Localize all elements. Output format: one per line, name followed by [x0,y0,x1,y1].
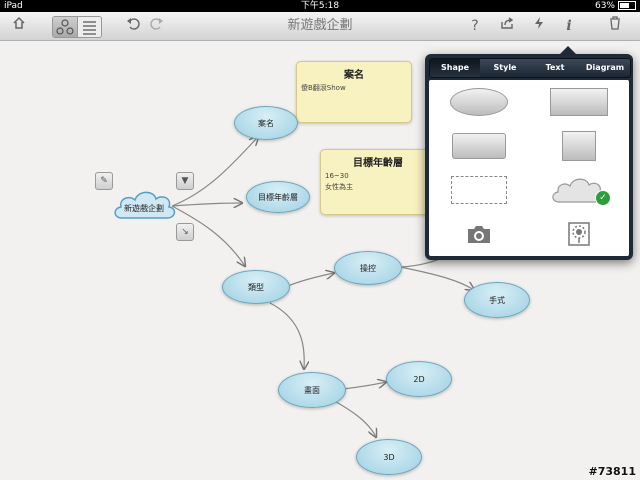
lightning-icon[interactable] [528,16,550,36]
info-icon[interactable]: i [558,16,580,36]
trash-icon[interactable] [604,16,626,36]
node-control[interactable]: 操控 [334,251,402,285]
root-node-label: 新遊戲企劃 [124,204,164,213]
shape-square-option[interactable] [529,124,629,168]
shape-popover: Shape Style Text Diagram ✓ [425,46,633,260]
camera-icon [468,226,490,243]
clock: 下午5:18 [300,1,340,11]
root-node[interactable]: 新遊戲企劃 [110,186,178,224]
battery-icon [618,1,636,10]
battery-percent: 63% [594,1,615,11]
node-type[interactable]: 類型 [222,270,290,304]
note-age-line2: 女性為主 [325,183,353,191]
help-icon[interactable]: ? [464,16,486,36]
view-mode-toggle[interactable] [52,16,102,38]
rectangle-shape-icon [550,88,608,116]
home-icon[interactable] [8,16,30,36]
battery-indicator: 63% [595,0,636,12]
node-age[interactable]: 目標年齡層 [246,181,310,213]
popover-arrow [560,46,576,54]
shape-ellipse-option[interactable] [429,80,529,124]
shape-rectangle-option[interactable] [529,80,629,124]
rounded-rect-shape-icon [452,133,506,159]
share-icon[interactable] [496,16,518,36]
shape-rounded-rect-option[interactable] [429,124,529,168]
shape-image-option[interactable] [529,212,629,256]
shape-grid: ✓ [429,80,629,256]
ellipse-shape-icon [450,88,508,116]
node-hand[interactable]: 手式 [464,282,530,318]
dashed-rect-shape-icon [451,176,507,204]
shape-cloud-option[interactable]: ✓ [529,168,629,212]
note-age-line1: 16~30 [325,172,349,180]
collapse-button[interactable]: ▼ [176,172,194,190]
shape-photo-option[interactable] [429,212,529,256]
node-3d[interactable]: 3D [356,439,422,475]
shape-dashed-option[interactable] [429,168,529,212]
note-case[interactable]: 案名 傻B翻滾Show [296,61,412,123]
square-shape-icon [562,131,596,161]
add-note-button[interactable]: ✎ [95,172,113,190]
toolbar: 新遊戲企劃 ? i [0,12,640,41]
undo-icon[interactable] [122,16,144,36]
selected-check-icon: ✓ [595,190,611,206]
tab-text[interactable]: Text [530,59,580,77]
node-screen[interactable]: 畫面 [278,372,346,408]
note-age[interactable]: 目標年齡層 16~30 女性為主 [320,149,436,215]
mindmap-view-icon[interactable] [53,17,77,37]
tab-style[interactable]: Style [480,59,530,77]
redo-icon[interactable] [146,16,168,36]
popover-tabs: Shape Style Text Diagram [429,58,631,78]
status-bar: iPad 下午5:18 63% [0,0,640,12]
node-2d[interactable]: 2D [386,361,452,397]
resize-handle[interactable]: ↘ [176,223,194,241]
watermark: #73811 [588,465,637,478]
outline-view-icon[interactable] [77,17,101,37]
note-age-title: 目標年齡層 [353,158,403,169]
tab-diagram[interactable]: Diagram [580,59,630,77]
note-case-body: 傻B翻滾Show [301,84,346,92]
node-case[interactable]: 案名 [234,106,298,140]
flower-picture-icon [568,222,590,246]
note-case-title: 案名 [344,70,364,81]
tab-shape[interactable]: Shape [430,59,480,77]
note-age-body: 16~30 女性為主 [321,169,435,195]
